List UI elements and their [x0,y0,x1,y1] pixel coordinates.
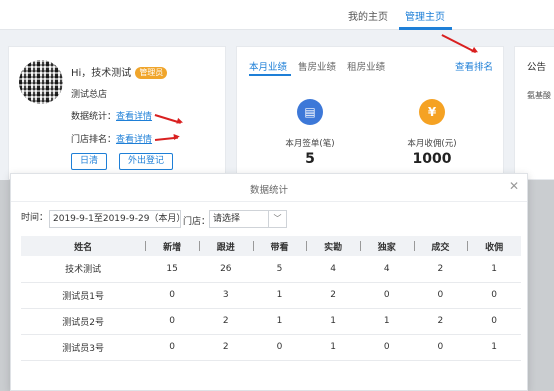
staff-name-cell: 测试员3号 [21,334,146,361]
table-cell: 0 [413,282,468,309]
store-rank-row: 门店排名：查看详情 [71,132,152,145]
role-badge: 管理员 [135,67,168,79]
table-cell: 3 [198,282,253,309]
view-ranking-link[interactable]: 查看排名 [455,59,493,73]
active-perf-tab-underline [249,74,291,76]
table-cell: 1 [359,308,414,335]
modal-title: 数据统计 [249,185,288,196]
yen-icon: ¥ [419,99,445,125]
table-header-row: 姓名 新增 跟进 带看 实勘 独家 成交 收佣 [21,236,521,256]
table-row: 技术测试 15 26 5 4 4 2 1 [21,256,521,283]
nav-tab-manage-home[interactable]: 管理主页 [405,8,445,23]
table-cell: 2 [198,308,253,335]
notice-text[interactable]: 氨基酸 [527,90,551,101]
tab-monthly-performance[interactable]: 本月业绩 [249,62,287,73]
column-header: 新增 [145,236,199,256]
column-header: 实勘 [306,236,360,256]
table-cell: 0 [467,308,521,335]
table-cell: 2 [198,334,253,361]
table-cell: 1 [467,256,521,283]
table-cell: 0 [413,334,468,361]
table-cell: 0 [359,334,414,361]
table-cell: 0 [145,308,199,335]
divider [11,201,527,202]
time-label: 时间： [21,213,49,223]
column-header: 跟进 [198,236,253,256]
table-row: 测试员3号 0 2 0 1 0 0 1 [21,334,521,361]
daily-clear-button[interactable]: 日清 [71,153,108,170]
document-icon: ▤ [297,99,323,125]
table-cell: 0 [359,282,414,309]
store-rank-label: 门店排名： [71,135,117,145]
column-header: 收佣 [467,236,521,256]
monthly-orders-label: 本月签单(笔) [285,139,335,149]
table-cell: 1 [252,282,307,309]
close-icon[interactable]: ✕ [509,179,519,193]
notice-card: 公告 氨基酸 [514,46,554,180]
column-header: 独家 [359,236,414,256]
table-cell: 0 [145,282,199,309]
outing-register-button[interactable]: 外出登记 [119,153,174,170]
table-cell: 15 [145,256,199,283]
table-row: 测试员1号 0 3 1 2 0 0 0 [21,282,521,309]
staff-name-cell: 测试员2号 [21,308,146,335]
table-cell: 0 [252,334,307,361]
performance-tabs: 本月业绩 售房业绩 租房业绩 [249,59,393,73]
monthly-commission-label: 本月收佣(元) [407,139,457,149]
tab-sale-performance[interactable]: 售房业绩 [298,62,336,73]
table-body: 技术测试 15 26 5 4 4 2 1 测试员1号 0 3 1 2 0 0 0 测试员2号 0 2 1 1 1 2 0 测试员… [21,256,521,361]
avatar [19,60,63,104]
column-header: 姓名 [21,236,146,256]
staff-name-cell: 技术测试 [21,256,146,283]
data-stats-modal: 数据统计 ✕ 时间： 2019-9-1至2019-9-29（本月） 门店： 请选… [10,173,528,391]
nav-tab-my-home[interactable]: 我的主页 [348,8,388,23]
active-tab-underline [399,27,452,30]
table-cell: 2 [413,256,468,283]
monthly-orders-value: 5 [305,151,315,167]
data-stats-label: 数据统计： [71,112,117,122]
time-range-input[interactable]: 2019-9-1至2019-9-29（本月） [49,210,185,228]
store-rank-link[interactable]: 查看详情 [116,135,152,145]
table-cell: 1 [306,334,360,361]
staff-name-cell: 测试员1号 [21,282,146,309]
table-cell: 4 [359,256,414,283]
store-filter-label: 门店： [183,217,211,227]
greeting-text: Hi，技术测试 [71,68,132,79]
store-select[interactable]: 请选择 [209,210,269,228]
data-stats-row: 数据统计：查看详情 [71,109,152,122]
column-header: 带看 [252,236,307,256]
column-header: 成交 [413,236,468,256]
tab-rent-performance[interactable]: 租房业绩 [347,62,385,73]
greeting: Hi，技术测试 管理员 [71,64,168,79]
chevron-down-icon[interactable]: ﹀ [269,210,287,228]
data-stats-link[interactable]: 查看详情 [116,112,152,122]
notice-title: 公告 [527,62,547,73]
table-cell: 2 [413,308,468,335]
top-nav-bar: 我的主页 管理主页 [0,0,554,30]
profile-card: Hi，技术测试 管理员 测试总店 数据统计：查看详情 门店排名：查看详情 日清 外… [8,46,226,180]
store-name: 测试总店 [71,90,108,100]
stats-table: 姓名 新增 跟进 带看 实勘 独家 成交 收佣 技术测试 15 26 5 4 4 2 1 测试员1号 0 3 1 2 0… [21,236,521,361]
monthly-commission-value: 1000 [412,151,452,167]
table-cell: 1 [252,308,307,335]
table-cell: 26 [198,256,253,283]
table-cell: 1 [306,308,360,335]
table-cell: 1 [467,334,521,361]
performance-card: 本月业绩 售房业绩 租房业绩 查看排名 ▤ ¥ 本月签单(笔) 本月收佣(元) … [236,46,504,180]
table-row: 测试员2号 0 2 1 1 1 2 0 [21,308,521,335]
table-cell: 0 [467,282,521,309]
table-cell: 2 [306,282,360,309]
table-cell: 4 [306,256,360,283]
table-cell: 0 [145,334,199,361]
table-cell: 5 [252,256,307,283]
